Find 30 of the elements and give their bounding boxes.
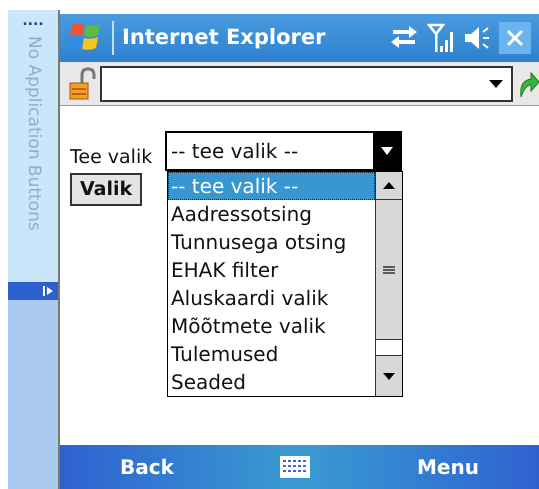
dropdown-option[interactable]: Aluskaardi valik xyxy=(168,284,375,312)
dropdown-option[interactable]: Tulemused xyxy=(168,340,375,368)
volume-icon[interactable] xyxy=(463,24,491,52)
select-label: Tee valik xyxy=(70,148,154,170)
signal-icon[interactable] xyxy=(427,22,455,54)
grip-icon xyxy=(383,266,395,274)
scroll-down-icon[interactable] xyxy=(383,372,395,380)
dropdown-option[interactable]: EHAK filter xyxy=(168,256,375,284)
address-field[interactable] xyxy=(100,66,513,102)
scroll-up-icon[interactable] xyxy=(383,182,395,189)
dropdown-option[interactable]: Tunnusega otsing xyxy=(168,228,375,256)
padlock-icon xyxy=(68,66,96,100)
scrollbar[interactable] xyxy=(375,172,402,396)
dropdown-arrow-icon xyxy=(380,147,392,155)
menu-softkey[interactable]: Menu xyxy=(417,452,479,482)
keyboard-icon[interactable] xyxy=(279,455,312,479)
window-title: Internet Explorer xyxy=(122,24,326,52)
dropdown-option[interactable]: Aadressotsing xyxy=(168,200,375,228)
dots-text: .... xyxy=(22,14,44,28)
dropdown-arrow-icon xyxy=(489,80,503,88)
close-icon xyxy=(505,28,525,48)
dropdown-option[interactable]: Mõõtmete valik xyxy=(168,312,375,340)
expand-tab[interactable] xyxy=(8,282,58,300)
valik-button[interactable]: Valik xyxy=(70,173,142,206)
strip-label: No Application Buttons xyxy=(22,36,45,231)
dropdown-option[interactable]: Seaded xyxy=(168,368,375,396)
expand-icon xyxy=(42,285,54,297)
back-softkey[interactable]: Back xyxy=(120,452,174,482)
scroll-track[interactable] xyxy=(376,340,402,356)
select-field[interactable]: -- tee valik -- xyxy=(165,131,402,171)
